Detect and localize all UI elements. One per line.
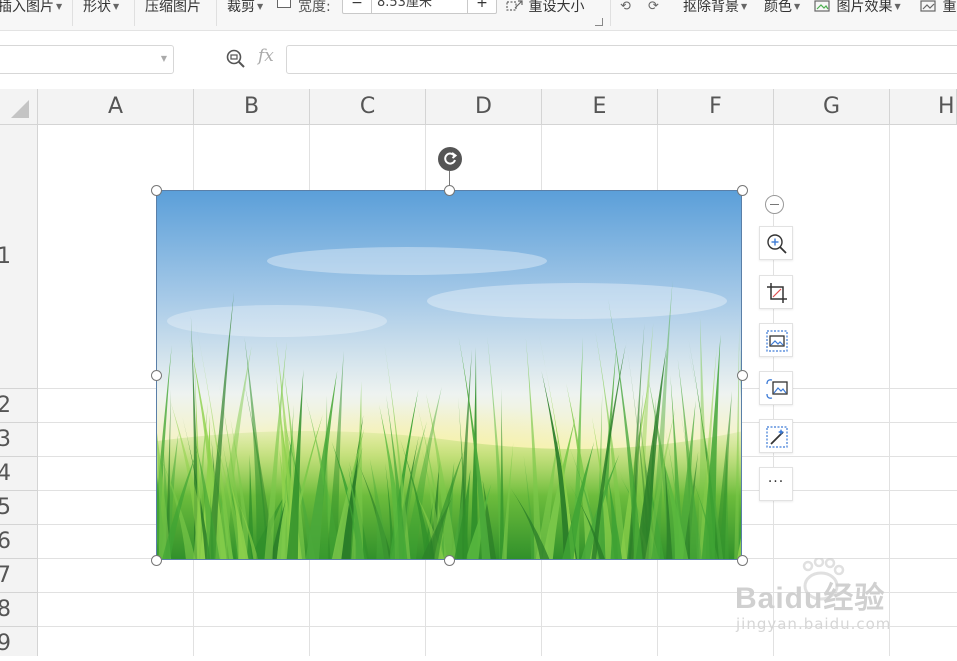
select-all-corner[interactable] xyxy=(0,89,38,125)
row-header-1[interactable]: 1 xyxy=(0,125,38,389)
resize-handle-left[interactable] xyxy=(151,370,162,381)
chevron-down-icon: ▼ xyxy=(794,2,800,11)
remove-background-button[interactable]: 抠除背景▼ xyxy=(683,0,747,18)
lock-ratio-checkbox[interactable] xyxy=(277,0,291,8)
chevron-down-icon[interactable]: ▼ xyxy=(161,54,167,63)
row-header-6[interactable]: 6 xyxy=(0,525,38,559)
chevron-down-icon: ▼ xyxy=(741,2,747,11)
watermark-text: Baidu经验 xyxy=(735,573,885,617)
row-header-2[interactable]: 2 xyxy=(0,389,38,423)
ribbon-separator xyxy=(134,0,135,26)
selected-picture[interactable] xyxy=(156,190,742,560)
rotate-right-icon[interactable]: ⟳ xyxy=(648,0,659,18)
chevron-down-icon: ▼ xyxy=(257,2,263,11)
select-all-icon xyxy=(11,100,29,118)
width-decrease-button[interactable]: − xyxy=(343,0,372,13)
reset-size-button[interactable]: 重设大小 xyxy=(506,0,584,18)
column-header-a[interactable]: A xyxy=(38,89,194,125)
magic-edit-icon xyxy=(766,426,788,448)
watermark-url: jingyan.baidu.com xyxy=(736,615,891,633)
row-header-7[interactable]: 7 xyxy=(0,559,38,593)
column-header-g[interactable]: G xyxy=(774,89,890,125)
more-ribbon-button[interactable]: 重 xyxy=(920,0,956,18)
formula-bar: ▼ fx xyxy=(0,31,957,89)
insert-picture-button[interactable]: 插入图片▼ xyxy=(0,0,62,18)
ribbon-separator xyxy=(72,0,73,26)
picture-effects-icon xyxy=(814,0,832,13)
edit-picture-button[interactable] xyxy=(759,419,793,453)
more-ribbon-label: 重 xyxy=(942,0,956,15)
rotate-icon xyxy=(438,147,462,171)
row-header-4[interactable]: 4 xyxy=(0,457,38,491)
column-header-c[interactable]: C xyxy=(310,89,426,125)
replace-picture-icon xyxy=(766,378,788,400)
ribbon-toolbar: 插入图片▼ 形状▼ 压缩图片 裁剪▼ 宽度: − 8.53厘米 + 重设大小 ⟲… xyxy=(0,0,957,31)
row-header-8[interactable]: 8 xyxy=(0,593,38,627)
replace-picture-button[interactable] xyxy=(759,371,793,405)
picture-icon xyxy=(920,0,938,13)
chevron-down-icon: ▼ xyxy=(56,2,62,11)
zoom-in-icon xyxy=(766,233,788,255)
color-button[interactable]: 颜色▼ xyxy=(764,0,800,18)
column-header-d[interactable]: D xyxy=(426,89,542,125)
rotate-handle[interactable] xyxy=(438,147,462,171)
formula-input[interactable] xyxy=(286,45,957,74)
zoom-picture-button[interactable] xyxy=(759,226,793,260)
resize-handle-top-right[interactable] xyxy=(737,185,748,196)
width-stepper[interactable]: − 8.53厘米 + xyxy=(342,0,497,14)
width-value[interactable]: 8.53厘米 xyxy=(377,0,432,13)
chevron-down-icon: ▼ xyxy=(894,2,900,11)
shape-label: 形状 xyxy=(83,0,111,15)
picture-effects-label: 图片效果 xyxy=(836,0,892,15)
width-label: 宽度: xyxy=(298,0,331,18)
picture-layout-button[interactable] xyxy=(759,323,793,357)
column-header-b[interactable]: B xyxy=(194,89,310,125)
more-options-button[interactable]: ··· xyxy=(759,467,793,501)
resize-handle-bottom-left[interactable] xyxy=(151,555,162,566)
picture-layout-icon xyxy=(766,330,788,352)
shape-button[interactable]: 形状▼ xyxy=(83,0,119,18)
crop-button[interactable]: 裁剪▼ xyxy=(227,0,263,18)
compress-picture-button[interactable]: 压缩图片 xyxy=(145,0,201,18)
crop-icon xyxy=(766,282,788,304)
column-header-f[interactable]: F xyxy=(658,89,774,125)
row-header-5[interactable]: 5 xyxy=(0,491,38,525)
remove-background-label: 抠除背景 xyxy=(683,0,739,15)
size-dialog-launcher-icon[interactable] xyxy=(595,18,603,26)
resize-handle-bottom[interactable] xyxy=(444,555,455,566)
collapse-toolbar-button[interactable] xyxy=(765,195,784,214)
width-increase-button[interactable]: + xyxy=(467,0,496,13)
color-label: 颜色 xyxy=(764,0,792,15)
column-header-e[interactable]: E xyxy=(542,89,658,125)
zoom-formula-icon[interactable] xyxy=(226,48,246,70)
name-box[interactable]: ▼ xyxy=(0,45,174,74)
crop-label: 裁剪 xyxy=(227,0,255,15)
reset-size-icon xyxy=(506,0,524,13)
resize-handle-top[interactable] xyxy=(444,185,455,196)
chevron-down-icon: ▼ xyxy=(113,2,119,11)
crop-picture-button[interactable] xyxy=(759,275,793,309)
ribbon-separator xyxy=(216,0,217,26)
picture-effects-button[interactable]: 图片效果▼ xyxy=(814,0,901,18)
row-header-9[interactable]: 9 xyxy=(0,627,38,656)
resize-handle-top-left[interactable] xyxy=(151,185,162,196)
column-header-h[interactable]: H xyxy=(890,89,957,125)
insert-picture-label: 插入图片 xyxy=(0,0,54,15)
reset-size-label: 重设大小 xyxy=(528,0,584,15)
rotate-left-icon[interactable]: ⟲ xyxy=(620,0,631,18)
row-header-3[interactable]: 3 xyxy=(0,423,38,457)
ribbon-separator xyxy=(610,0,611,26)
fx-label[interactable]: fx xyxy=(258,46,274,66)
watercolor-grass-image xyxy=(157,191,742,560)
resize-handle-right[interactable] xyxy=(737,370,748,381)
